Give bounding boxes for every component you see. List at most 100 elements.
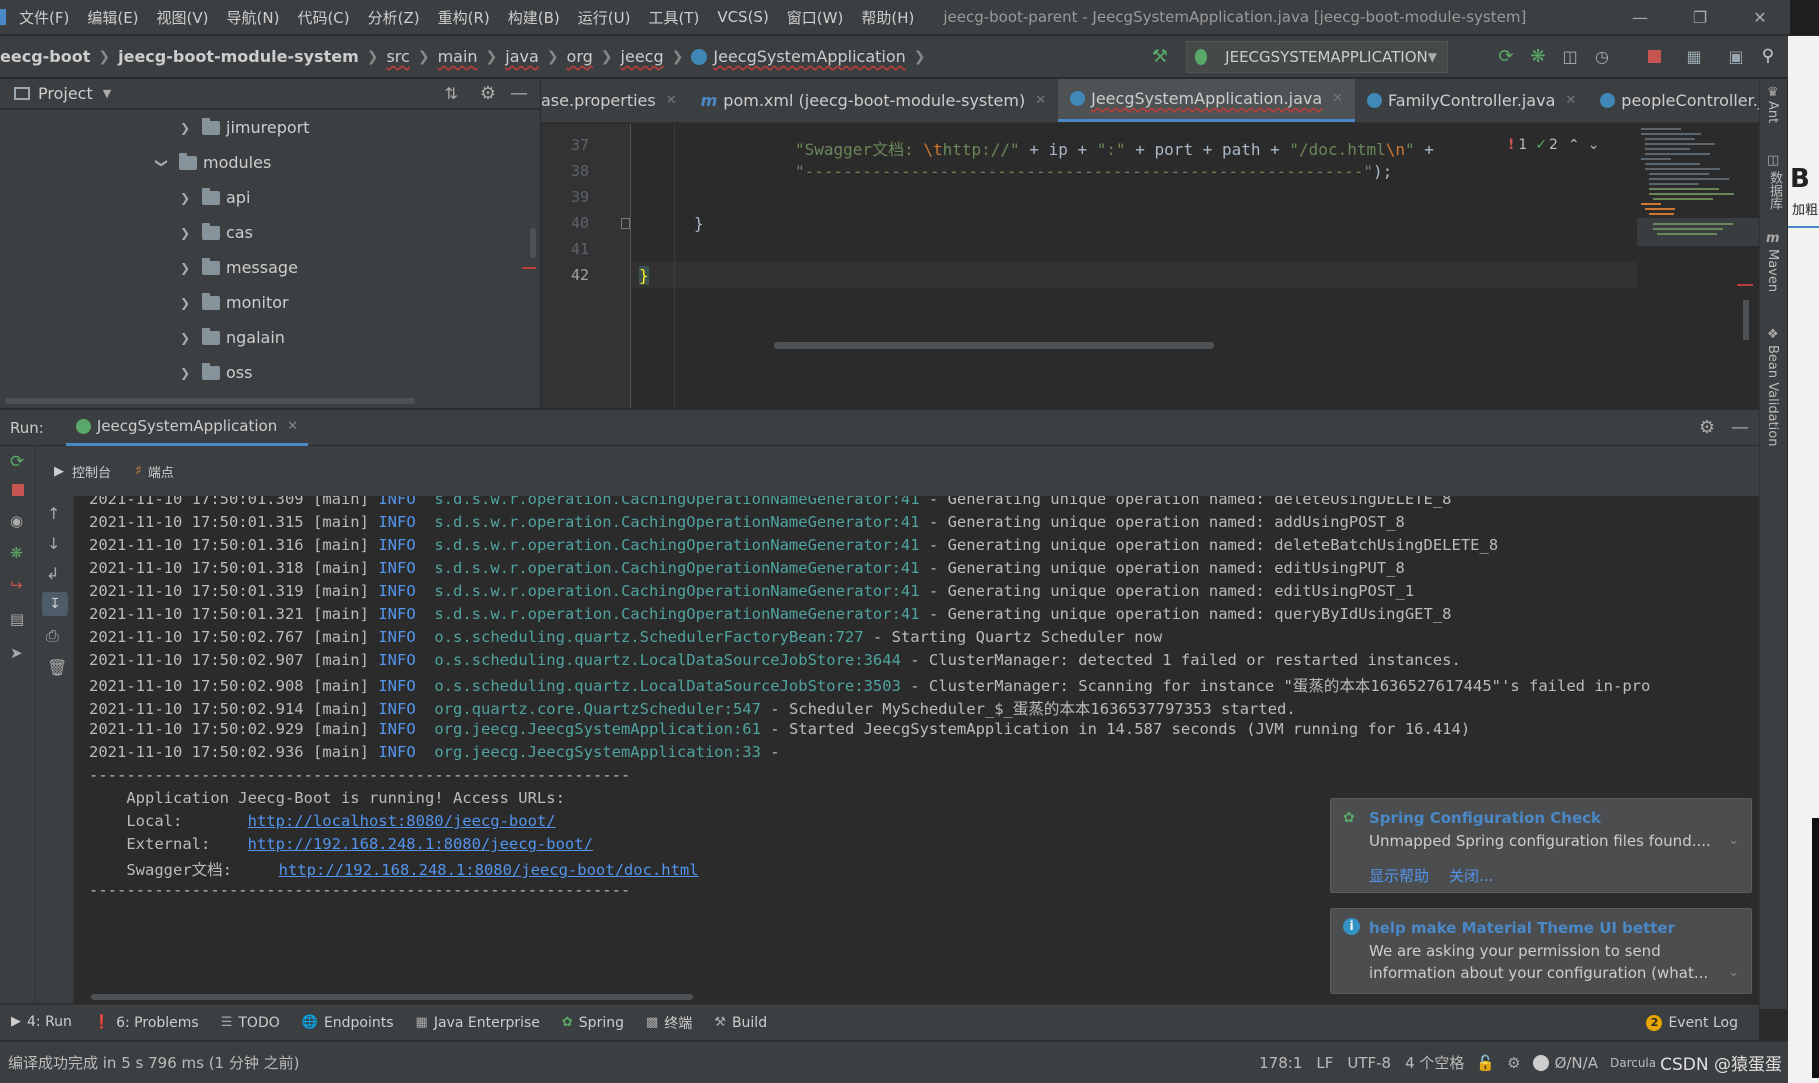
breadcrumb-jeecg[interactable]: jeecg [621,47,664,66]
tab-endpoints[interactable]: 端点 [148,462,174,481]
project-title[interactable]: Project [38,84,93,103]
profile-icon[interactable]: ◷ [1590,44,1614,68]
swagger-url-link[interactable]: http://192.168.248.1:8080/jeecg-boot/doc… [279,861,699,879]
chevron-right-icon[interactable]: ❯ [178,366,192,380]
rerun-icon[interactable]: ⟳ [1494,44,1518,68]
menu-edit[interactable]: 编辑(E) [78,7,147,28]
lock-icon[interactable]: 🔓 [1476,1054,1495,1072]
horizontal-scrollbar[interactable] [5,398,415,404]
tree-item-cas[interactable]: ❯ cas [178,215,253,250]
breadcrumb-module[interactable]: jeecg-boot-module-system [118,47,359,66]
tree-item-modules[interactable]: ❯ modules [155,145,271,180]
chevron-right-icon[interactable]: ❯ [178,296,192,310]
stop-icon[interactable] [1642,44,1666,68]
notification-spring-config[interactable]: ✿ Spring Configuration Check Unmapped Sp… [1330,798,1752,893]
breadcrumb-class[interactable]: JeecgSystemApplication [713,47,905,66]
close-icon[interactable]: ✕ [666,93,677,108]
file-encoding[interactable]: UTF-8 [1347,1054,1391,1072]
line-separator[interactable]: LF [1316,1054,1333,1072]
external-url-link[interactable]: http://192.168.248.1:8080/jeecg-boot/ [248,835,593,853]
vertical-scrollbar[interactable] [530,228,536,258]
menu-build[interactable]: 构建(B) [499,7,569,28]
toolwindow-problems[interactable]: ❗ 6: Problems [83,1015,210,1031]
tool-maven[interactable]: Maven [1765,249,1780,292]
breadcrumb-root[interactable]: eecg-boot [0,47,90,66]
theme-name[interactable]: Darcula [1610,1056,1656,1070]
chevron-right-icon[interactable]: ❯ [178,261,192,275]
tool-bean-validation[interactable]: Bean Validation [1765,345,1780,446]
minimize-icon[interactable]: — [1610,0,1670,35]
project-structure-icon[interactable]: ▦ [1682,44,1706,68]
expand-chevron-icon[interactable]: ⌄ [1728,833,1739,848]
camera-icon[interactable]: ◉ [10,512,23,530]
menu-view[interactable]: 视图(V) [148,7,218,28]
toolwindow-java-enterprise[interactable]: ▦ Java Enterprise [405,1015,551,1031]
tab-jeecg-system-application[interactable]: JeecgSystemApplication.java ✕ [1058,79,1356,122]
close-icon[interactable]: ✕ [1565,93,1576,108]
chevron-down-icon[interactable]: ❯ [155,156,169,170]
chevron-down-icon[interactable]: ⌄ [1588,137,1600,153]
fold-icon[interactable] [621,218,630,229]
toolwindow-endpoints[interactable]: 🌐 Endpoints [291,1015,405,1031]
tool-database[interactable]: 数据库 [1765,171,1784,210]
print-icon[interactable]: ⎙ [46,626,59,646]
tree-item-api[interactable]: ❯ api [178,180,250,215]
chevron-down-icon[interactable]: ▼ [103,87,111,100]
chevron-right-icon[interactable]: ❯ [178,121,192,135]
menu-navigate[interactable]: 导航(N) [218,7,289,28]
code-minimap[interactable] [1637,124,1759,408]
indent-setting[interactable]: 4 个空格 [1405,1052,1464,1073]
tree-item-jimureport[interactable]: ❯ jimureport [178,110,309,145]
coverage-icon[interactable]: ◫ [1558,44,1582,68]
tool-ant[interactable]: Ant [1765,101,1780,123]
breadcrumb-java[interactable]: java [505,47,539,66]
tree-item-ngalain[interactable]: ❯ ngalain [178,320,285,355]
hide-panel-icon[interactable]: — [510,83,528,104]
chevron-right-icon[interactable]: ❯ [178,331,192,345]
event-log-button[interactable]: 2 Event Log [1635,1014,1749,1031]
menu-window[interactable]: 窗口(W) [778,7,853,28]
search-icon[interactable]: ⚲ [1756,44,1780,68]
notification-material-theme[interactable]: i help make Material Theme UI better We … [1330,908,1752,994]
menu-help[interactable]: 帮助(H) [852,7,923,28]
build-hammer-icon[interactable]: ⚒ [1148,44,1172,68]
gear-icon[interactable]: ⚙ [480,83,496,104]
scroll-to-end-icon[interactable]: ↧ [42,592,68,616]
soft-wrap-icon[interactable]: ↲ [46,564,59,583]
breadcrumb-org[interactable]: org [567,47,593,66]
close-window-icon[interactable]: ✕ [1730,0,1790,35]
restore-icon[interactable]: ❐ [1670,0,1730,35]
console-horizontal-scrollbar[interactable] [91,994,693,1000]
close-notification-link[interactable]: 关闭... [1449,865,1493,886]
status-message[interactable]: 编译成功完成 in 5 s 796 ms (1 分钟 之前) [8,1052,299,1073]
code-editor[interactable]: "Swagger文档: \thttp://" + ip + ":" + port… [632,124,1637,408]
menu-run[interactable]: 运行(U) [569,7,640,28]
show-help-link[interactable]: 显示帮助 [1369,865,1429,886]
menu-tools[interactable]: 工具(T) [639,7,708,28]
hide-panel-icon[interactable]: — [1731,417,1749,438]
toolwindow-spring[interactable]: ✿ Spring [551,1015,635,1031]
pin-icon[interactable]: ➤ [10,644,23,662]
vcs-status[interactable]: Ø/N/A [1555,1054,1598,1072]
layout-icon[interactable]: ▤ [10,610,24,628]
trash-icon[interactable]: 🗑 [47,658,67,677]
rerun-icon[interactable]: ⟳ [10,452,24,472]
menu-code[interactable]: 代码(C) [288,7,358,28]
exit-icon[interactable]: ↪ [10,576,23,594]
editor-horizontal-scrollbar[interactable] [774,342,1214,349]
menu-vcs[interactable]: VCS(S) [708,8,777,26]
toolwindow-terminal[interactable]: ▩ 终端 [635,1013,703,1033]
gear-icon[interactable]: ⚙ [1699,417,1715,438]
tree-item-message[interactable]: ❯ message [178,250,298,285]
breadcrumb-main[interactable]: main [438,47,478,66]
chevron-up-icon[interactable]: ⌃ [1568,137,1580,153]
tab-people-controller[interactable]: peopleController.java✕ [1588,79,1759,122]
collapse-all-icon[interactable]: ⇅ [444,84,457,103]
tab-family-controller[interactable]: FamilyController.java ✕ [1355,79,1588,122]
tree-item-oss[interactable]: ❯ oss [178,355,252,390]
expand-chevron-icon[interactable]: ⌄ [1728,965,1739,980]
debug-icon[interactable]: ❋ [1526,44,1550,68]
layout-icon[interactable]: ▣ [1724,44,1748,68]
arrow-up-icon[interactable]: ↑ [47,504,60,523]
toolwindow-todo[interactable]: ☰ TODO [210,1015,291,1031]
